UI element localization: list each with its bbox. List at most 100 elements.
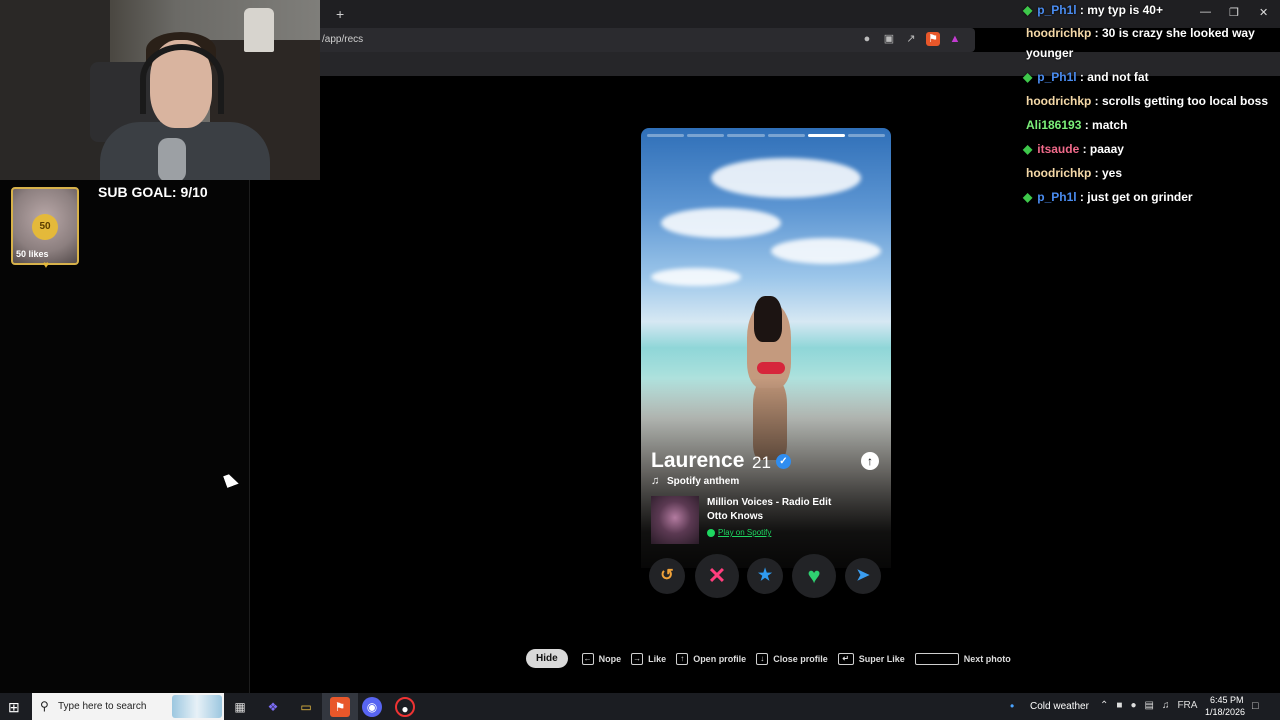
anthem-label: Spotify anthem [667,476,740,487]
chat-message: hoodrichkp : 30 is crazy she looked way … [1023,23,1280,63]
chat-username[interactable]: Ali186193 [1026,118,1081,132]
clock-date[interactable]: 1/18/2026 [1205,707,1245,717]
track-title: Million Voices - Radio Edit [707,497,832,508]
cast-icon[interactable]: ▣ [882,32,896,46]
heart-icon: ♥ [43,260,49,271]
screen: + — ❐ ✕ /app/recs ● ▣ ↗ ⚑ ▲ 50 50 likes … [0,0,1280,720]
microphone-icon[interactable]: ● [1130,700,1136,711]
hint-like: Like [648,653,667,664]
sub-badge-icon: ◆ [1023,3,1033,17]
address-bar-icons: ● ▣ ↗ ⚑ ▲ [860,32,962,46]
boost-button[interactable]: ➤ [845,558,881,594]
chat-message: ◆ p_Ph1l : my typ is 40+ [1023,0,1280,20]
chat-text: : paaay [1079,142,1124,156]
notification-icon[interactable]: □ [1252,700,1259,712]
open-profile-icon[interactable]: ↑ [861,452,879,470]
hint-nope: Nope [598,653,622,664]
sub-badge-icon: ◆ [1023,70,1033,84]
likes-label: 50 likes [16,249,49,259]
chat-text: : my typ is 40+ [1076,3,1163,17]
volume-icon[interactable]: ♫ [1162,700,1170,711]
play-on-spotify-link[interactable]: Play on Spotify [718,528,771,537]
chat-text: : and not fat [1076,70,1149,84]
brave-rewards-icon[interactable]: ▲ [948,32,962,46]
hint-open-profile: Open profile [693,653,747,664]
task-view-icon[interactable]: ▦ [230,697,250,717]
search-icon: ⚲ [40,699,49,713]
spotify-icon [707,529,715,537]
action-buttons: ↺ ✕ ★ ♥ ➤ [641,553,891,599]
hint-next-photo: Next photo [963,653,1011,664]
file-explorer-icon[interactable]: ▭ [296,697,316,717]
chat-message: ◆ p_Ph1l : just get on grinder [1023,187,1280,207]
wifi-icon[interactable]: ▤ [1144,700,1153,711]
photo-progress-bar [647,134,886,137]
thermometer-icon: • [1010,699,1015,713]
hint-close-profile: Close profile [773,653,828,664]
super-like-button[interactable]: ★ [747,558,783,594]
clock-time[interactable]: 6:45 PM [1210,695,1244,705]
taskbar-search-box[interactable]: ⚲ Type here to search [32,693,224,720]
enter-key-icon: ↵ [837,652,854,665]
chevron-up-icon[interactable]: ⌃ [1100,700,1108,711]
likes-goal-card: 50 50 likes ♥ [11,187,79,271]
right-arrow-key-icon: → [631,652,644,665]
music-note-icon: ♫ [651,475,660,487]
chat-message: ◆ itsaude : paaay [1023,139,1280,159]
windows-taskbar: ⊞ ⚲ Type here to search ▦ ❖ ▭ ⚑ ◉ ● • Co… [0,693,1280,720]
profile-card[interactable]: Laurence 21 ✓ ↑ ♫ Spotify anthem Million… [641,128,891,598]
photo-progress-segment[interactable] [647,134,685,137]
chat-username[interactable]: hoodrichkp [1026,26,1091,40]
chat-message: ◆ p_Ph1l : and not fat [1023,67,1280,87]
weather-text[interactable]: Cold weather [1030,701,1089,712]
chat-message: hoodrichkp : scrolls getting too local b… [1023,91,1280,111]
copilot-icon[interactable]: ❖ [263,697,283,717]
new-tab-button[interactable]: + [336,6,344,22]
chat-text: : scrolls getting too local boss [1091,94,1269,108]
webcam-overlay [0,0,320,180]
sub-badge-icon: ◆ [1023,142,1033,156]
photo-progress-segment[interactable] [767,134,805,137]
chat-username[interactable]: hoodrichkp [1026,166,1091,180]
obs-icon[interactable]: ● [395,697,415,717]
shortcut-hints: Hide ← Nope → Like ↑ Open profile ↓ Close pr… [526,649,1021,668]
rewind-button[interactable]: ↺ [649,558,685,594]
spacebar-key-icon [914,652,959,665]
verified-icon: ✓ [776,454,791,469]
chat-username[interactable]: itsaude [1037,142,1079,156]
photo-progress-segment[interactable] [727,134,765,137]
search-placeholder: Type here to search [58,701,147,712]
like-button[interactable]: ♥ [792,554,836,598]
network-icon[interactable]: ■ [1116,700,1122,711]
album-art [651,496,699,544]
sub-badge-icon: ◆ [1023,190,1033,204]
chat-username[interactable]: p_Ph1l [1037,3,1076,17]
chat-username[interactable]: p_Ph1l [1037,70,1076,84]
hint-super-like: Super Like [858,653,905,664]
left-arrow-key-icon: ← [581,652,594,665]
chat-text: : yes [1091,166,1123,180]
likes-coin-badge: 50 [32,214,58,240]
chat-text: : just get on grinder [1076,190,1193,204]
search-highlight-image [172,695,222,718]
down-arrow-key-icon: ↓ [756,652,769,665]
discord-icon[interactable]: ◉ [362,697,382,717]
brave-shield-icon[interactable]: ⚑ [926,32,940,46]
photo-progress-segment[interactable] [687,134,725,137]
address-url[interactable]: /app/recs [322,34,363,45]
nope-button[interactable]: ✕ [695,554,739,598]
language-indicator[interactable]: FRA [1177,700,1197,711]
up-arrow-key-icon: ↑ [676,652,689,665]
chat-message: Ali186193 : match [1023,115,1280,135]
photo-progress-segment[interactable] [807,134,845,137]
location-icon[interactable]: ● [860,32,874,46]
brave-browser-icon[interactable]: ⚑ [330,697,350,717]
hide-hints-button[interactable]: Hide [526,649,568,668]
windows-start-icon[interactable]: ⊞ [8,699,20,716]
share-icon[interactable]: ↗ [904,32,918,46]
chat-username[interactable]: p_Ph1l [1037,190,1076,204]
photo-progress-segment[interactable] [847,134,886,137]
profile-age: 21 [752,453,771,472]
chat-text: : match [1081,118,1128,132]
chat-username[interactable]: hoodrichkp [1026,94,1091,108]
